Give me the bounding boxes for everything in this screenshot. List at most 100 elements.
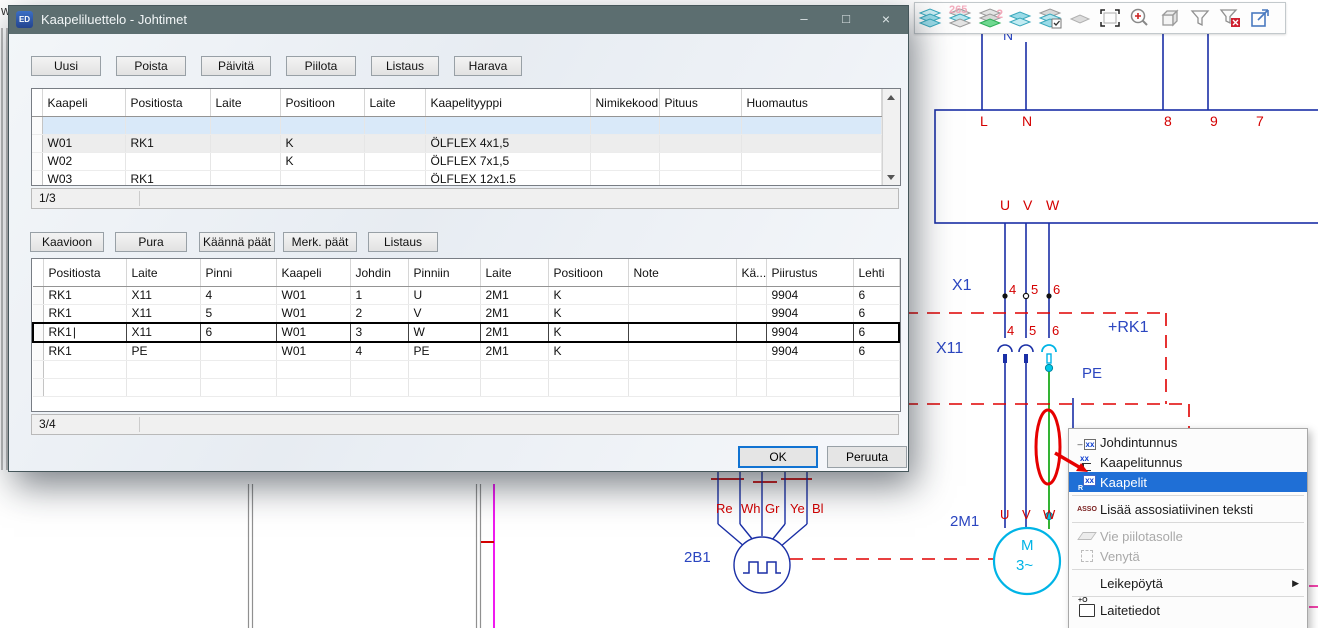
- cell[interactable]: [200, 342, 276, 361]
- column-header[interactable]: Nimikekoodi: [590, 89, 659, 117]
- cell[interactable]: 2M1: [480, 342, 548, 361]
- row-selector[interactable]: [32, 153, 42, 171]
- menu-item-lis-assosiatiivinen-teksti[interactable]: ASSOLisää assosiatiivinen teksti: [1069, 499, 1307, 519]
- cell[interactable]: 5: [200, 305, 276, 324]
- export-view-icon[interactable]: [1247, 5, 1273, 31]
- cell[interactable]: 6: [853, 342, 899, 361]
- cell[interactable]: X11: [126, 287, 200, 305]
- cell[interactable]: [628, 305, 736, 324]
- cell[interactable]: 6: [200, 323, 276, 342]
- table-row[interactable]: [33, 379, 899, 397]
- column-header[interactable]: Lehti: [853, 259, 899, 287]
- row-selector[interactable]: [32, 171, 42, 187]
- cell[interactable]: ÖLFLEX 7x1,5: [425, 153, 590, 171]
- cell[interactable]: W01: [276, 305, 350, 324]
- button-listaus[interactable]: Listaus: [371, 56, 439, 76]
- zoom-in-icon[interactable]: [1127, 5, 1153, 31]
- column-header[interactable]: Laite: [126, 259, 200, 287]
- row-selector[interactable]: [33, 342, 43, 361]
- button-p-ivit[interactable]: Päivitä: [201, 56, 271, 76]
- menu-item-kaapelitunnus[interactable]: xxKaapelitunnus: [1069, 452, 1307, 472]
- column-header[interactable]: Kaapelityyppi: [425, 89, 590, 117]
- cell[interactable]: [590, 135, 659, 153]
- cell[interactable]: [741, 153, 881, 171]
- cell[interactable]: ÖLFLEX 4x1,5: [425, 135, 590, 153]
- menu-item-johdintunnus[interactable]: xxJohdintunnus: [1069, 432, 1307, 452]
- cell[interactable]: PE: [126, 342, 200, 361]
- layers-checked-icon[interactable]: [1037, 5, 1063, 31]
- table-row[interactable]: RK1X115W012V2M1K99046: [33, 305, 899, 324]
- column-header[interactable]: Kaapeli: [42, 89, 125, 117]
- cell[interactable]: W01: [276, 342, 350, 361]
- cell[interactable]: [741, 135, 881, 153]
- cell[interactable]: [736, 323, 766, 342]
- row-selector[interactable]: [33, 287, 43, 305]
- column-header[interactable]: Note: [628, 259, 736, 287]
- column-header[interactable]: Johdin: [350, 259, 408, 287]
- cell[interactable]: RK1: [43, 323, 126, 342]
- cell[interactable]: X11: [126, 323, 200, 342]
- button-merk-p-t[interactable]: Merk. päät: [283, 232, 357, 252]
- column-header[interactable]: Positiosta: [43, 259, 126, 287]
- cell[interactable]: X11: [126, 305, 200, 324]
- minimize-button[interactable]: –: [788, 6, 820, 34]
- zoom-window-icon[interactable]: [1097, 5, 1123, 31]
- cable-table-scrollbar[interactable]: [882, 89, 900, 185]
- cell[interactable]: V: [408, 305, 480, 324]
- cell[interactable]: [350, 361, 408, 379]
- cell[interactable]: [42, 117, 125, 135]
- column-header[interactable]: Kaapeli: [276, 259, 350, 287]
- maximize-button[interactable]: □: [830, 6, 862, 34]
- cell[interactable]: 6: [853, 287, 899, 305]
- cell[interactable]: 1: [350, 287, 408, 305]
- cell[interactable]: [853, 361, 899, 379]
- cell[interactable]: [408, 361, 480, 379]
- table-row[interactable]: [32, 117, 881, 135]
- filter-icon[interactable]: [1187, 5, 1213, 31]
- cell[interactable]: 2M1: [480, 323, 548, 342]
- cell[interactable]: [210, 135, 280, 153]
- cell[interactable]: W01: [276, 323, 350, 342]
- table-row[interactable]: RK1X114W011U2M1K99046: [33, 287, 899, 305]
- cell[interactable]: K: [548, 287, 628, 305]
- row-selector[interactable]: [33, 379, 43, 397]
- cell[interactable]: [200, 361, 276, 379]
- layers-cyan-icon[interactable]: [1007, 5, 1033, 31]
- cell[interactable]: [210, 117, 280, 135]
- dialog-titlebar[interactable]: ED Kaapeliluettelo - Johtimet – □ ×: [9, 6, 908, 34]
- cell[interactable]: [276, 379, 350, 397]
- cell[interactable]: [741, 117, 881, 135]
- cell[interactable]: [659, 171, 741, 187]
- cell[interactable]: [548, 361, 628, 379]
- cell[interactable]: K: [280, 135, 364, 153]
- table-row[interactable]: W01RK1KÖLFLEX 4x1,5: [32, 135, 881, 153]
- cell[interactable]: RK1: [125, 171, 210, 187]
- column-header[interactable]: Laite: [210, 89, 280, 117]
- cell[interactable]: [210, 153, 280, 171]
- cell[interactable]: PE: [408, 342, 480, 361]
- cell[interactable]: [590, 153, 659, 171]
- cell[interactable]: K: [548, 323, 628, 342]
- cell[interactable]: [628, 361, 736, 379]
- button-pura[interactable]: Pura: [115, 232, 187, 252]
- cell[interactable]: 9904: [766, 287, 853, 305]
- cell[interactable]: K: [548, 342, 628, 361]
- row-selector[interactable]: [32, 135, 42, 153]
- cell[interactable]: [125, 153, 210, 171]
- cell[interactable]: [736, 342, 766, 361]
- button-k-nn-p-t[interactable]: Käännä päät: [199, 232, 275, 252]
- cell[interactable]: [659, 135, 741, 153]
- cell[interactable]: [364, 117, 425, 135]
- motor-2m1-symbol[interactable]: [994, 528, 1060, 594]
- cell[interactable]: 9904: [766, 342, 853, 361]
- sensor-2b1-symbol[interactable]: [718, 470, 807, 593]
- button-harava[interactable]: Harava: [454, 56, 522, 76]
- ok-button[interactable]: OK: [738, 446, 818, 468]
- layers-green-icon[interactable]: 2: [977, 5, 1003, 31]
- cell[interactable]: [736, 287, 766, 305]
- cancel-button[interactable]: Peruuta: [827, 446, 907, 468]
- cell[interactable]: K: [548, 305, 628, 324]
- button-piilota[interactable]: Piilota: [286, 56, 356, 76]
- row-selector[interactable]: [33, 323, 43, 342]
- cell[interactable]: [628, 323, 736, 342]
